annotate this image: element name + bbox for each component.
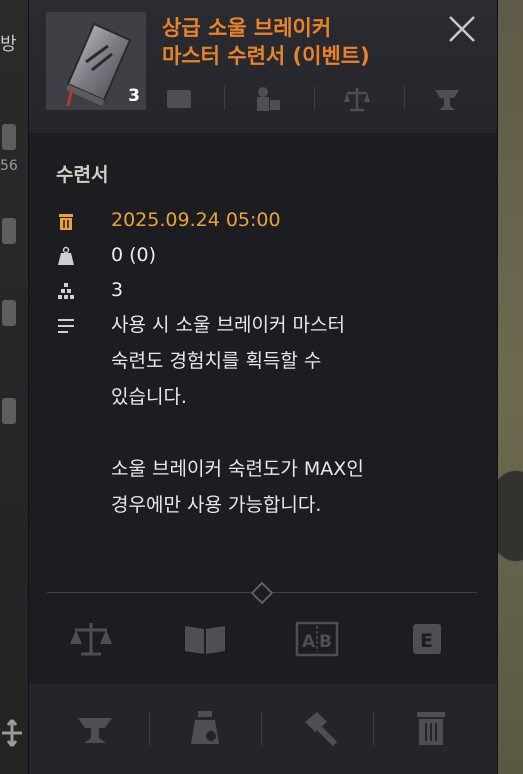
divider <box>149 712 150 746</box>
ab-compare-icon[interactable]: A B <box>295 620 339 658</box>
item-count: 3 <box>128 86 140 106</box>
item-thumbnail: 3 <box>46 12 146 110</box>
weight-row: 0 (0) <box>56 240 476 270</box>
balance-icon[interactable] <box>342 84 372 114</box>
side-icon <box>2 300 16 326</box>
item-category: 수련서 <box>56 164 109 186</box>
e-key-icon[interactable]: E <box>405 620 449 658</box>
expire-date: 2025.09.24 05:00 <box>111 209 281 231</box>
weight-icon <box>58 246 74 265</box>
action-bar-secondary <box>29 684 497 774</box>
book-icon[interactable] <box>183 620 227 658</box>
anvil-icon[interactable] <box>432 84 462 114</box>
divider <box>373 712 374 746</box>
expire-row: 2025.09.24 05:00 <box>56 205 476 235</box>
item-quantity: 3 <box>111 279 124 301</box>
trash-icon[interactable] <box>411 708 451 748</box>
divider <box>261 712 262 746</box>
header-icon-bar <box>164 84 484 114</box>
side-icon <box>2 398 16 424</box>
item-tooltip-panel: 3 상급 소울 브레이커 마스터 수련서 (이벤트) 수련서 2025.09.2… <box>28 0 498 774</box>
svg-text:E: E <box>420 630 433 652</box>
svg-text:A: A <box>302 632 316 652</box>
stack-icon <box>58 283 74 299</box>
item-title: 상급 소울 브레이커 마스터 수련서 (이벤트) <box>162 16 370 68</box>
anvil-icon[interactable] <box>75 708 115 748</box>
potion-icon[interactable] <box>185 708 225 748</box>
npc-shop-icon[interactable] <box>252 84 282 114</box>
balance-icon[interactable] <box>69 620 113 658</box>
divider <box>404 86 405 110</box>
side-number: 56 <box>0 158 18 174</box>
close-icon <box>449 16 475 42</box>
divider <box>314 86 315 110</box>
side-label: 방 <box>0 34 17 55</box>
divider <box>224 86 225 110</box>
hammer-icon[interactable] <box>299 708 339 748</box>
move-icon <box>2 719 22 747</box>
quantity-row: 3 <box>56 275 476 305</box>
chest-icon[interactable] <box>164 84 194 114</box>
item-description: 사용 시 소울 브레이커 마스터 숙련도 경험치를 획득할 수 있습니다. 소울… <box>111 314 364 516</box>
trash-icon <box>59 214 73 230</box>
close-button[interactable] <box>447 14 477 44</box>
description-row: 사용 시 소울 브레이커 마스터 숙련도 경험치를 획득할 수 있습니다. 소울… <box>56 310 476 520</box>
action-bar-primary: A B E <box>29 600 497 680</box>
side-icon <box>2 124 16 150</box>
item-weight: 0 (0) <box>111 244 157 266</box>
side-icon <box>2 218 16 244</box>
description-icon <box>58 319 74 333</box>
svg-text:B: B <box>319 632 332 652</box>
tooltip-header: 3 상급 소울 브레이커 마스터 수련서 (이벤트) <box>29 0 497 133</box>
